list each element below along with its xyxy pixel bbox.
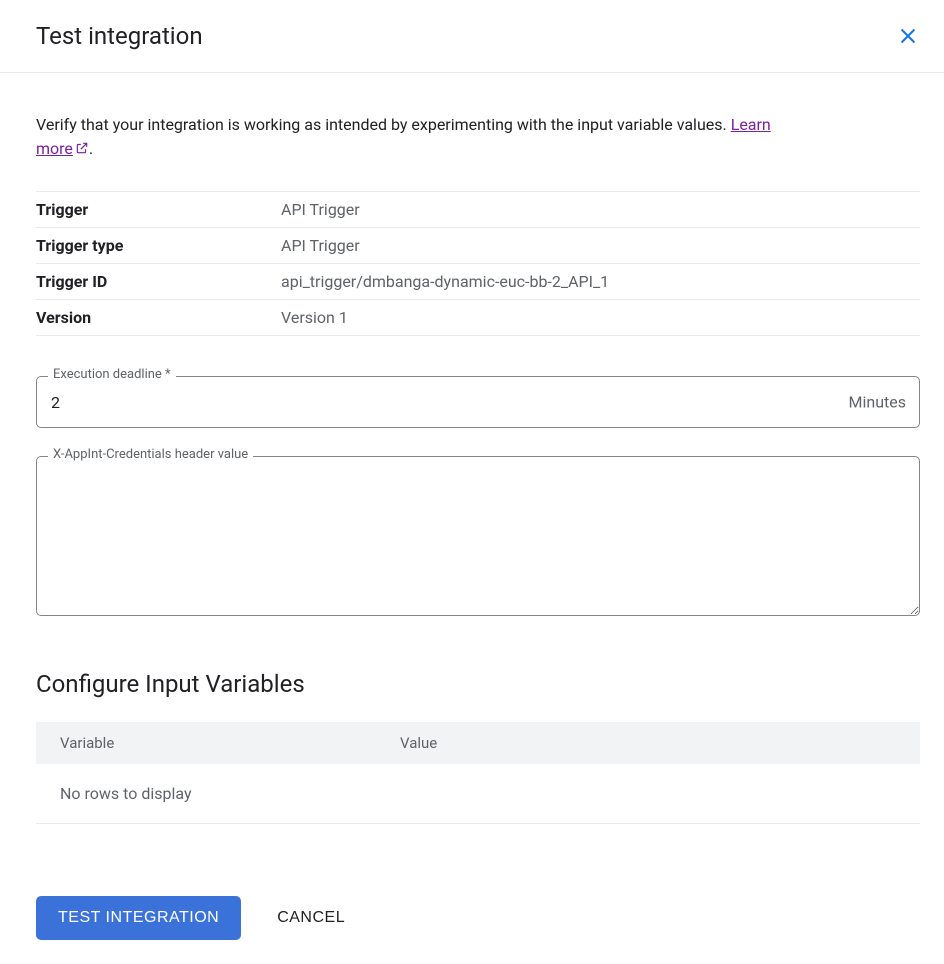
- dialog-body: Verify that your integration is working …: [0, 73, 944, 964]
- trigger-info-table: Trigger API Trigger Trigger type API Tri…: [36, 191, 920, 336]
- table-header-row: Variable Value: [36, 722, 920, 764]
- close-button[interactable]: [892, 20, 924, 52]
- trigger-label: Trigger: [36, 192, 281, 228]
- version-label: Version: [36, 300, 281, 336]
- row-trigger: Trigger API Trigger: [36, 192, 920, 228]
- row-trigger-type: Trigger type API Trigger: [36, 228, 920, 264]
- trigger-type-value: API Trigger: [281, 228, 920, 264]
- dialog-header: Test integration: [0, 0, 944, 73]
- dialog-actions: Test Integration Cancel: [36, 896, 920, 940]
- credentials-input[interactable]: [36, 456, 920, 616]
- close-icon: [898, 25, 918, 47]
- version-value: Version 1: [281, 300, 920, 336]
- trigger-id-label: Trigger ID: [36, 264, 281, 300]
- trigger-id-value: api_trigger/dmbanga-dynamic-euc-bb-2_API…: [281, 264, 920, 300]
- configure-variables-title: Configure Input Variables: [36, 670, 920, 698]
- trigger-type-label: Trigger type: [36, 228, 281, 264]
- execution-deadline-label: Execution deadline *: [48, 367, 176, 382]
- execution-deadline-suffix: Minutes: [849, 393, 907, 412]
- no-rows-text: No rows to display: [36, 764, 920, 824]
- test-integration-dialog: Test integration Verify that your integr…: [0, 0, 944, 964]
- input-variables-table: Variable Value No rows to display: [36, 722, 920, 824]
- credentials-label: X-AppInt-Credentials header value: [48, 447, 253, 462]
- column-value: Value: [376, 722, 920, 764]
- external-link-icon: [75, 141, 89, 155]
- dialog-title: Test integration: [36, 22, 203, 50]
- execution-deadline-field: Execution deadline * Minutes: [36, 376, 920, 428]
- test-integration-button[interactable]: Test Integration: [36, 896, 241, 940]
- row-version: Version Version 1: [36, 300, 920, 336]
- intro-text: Verify that your integration is working …: [36, 113, 796, 161]
- trigger-value: API Trigger: [281, 192, 920, 228]
- credentials-field: X-AppInt-Credentials header value: [36, 456, 920, 620]
- intro-before: Verify that your integration is working …: [36, 115, 731, 134]
- row-trigger-id: Trigger ID api_trigger/dmbanga-dynamic-e…: [36, 264, 920, 300]
- cancel-button[interactable]: Cancel: [277, 909, 345, 927]
- table-empty-row: No rows to display: [36, 764, 920, 824]
- column-variable: Variable: [36, 722, 376, 764]
- intro-after: .: [89, 139, 93, 158]
- execution-deadline-input[interactable]: [36, 376, 920, 428]
